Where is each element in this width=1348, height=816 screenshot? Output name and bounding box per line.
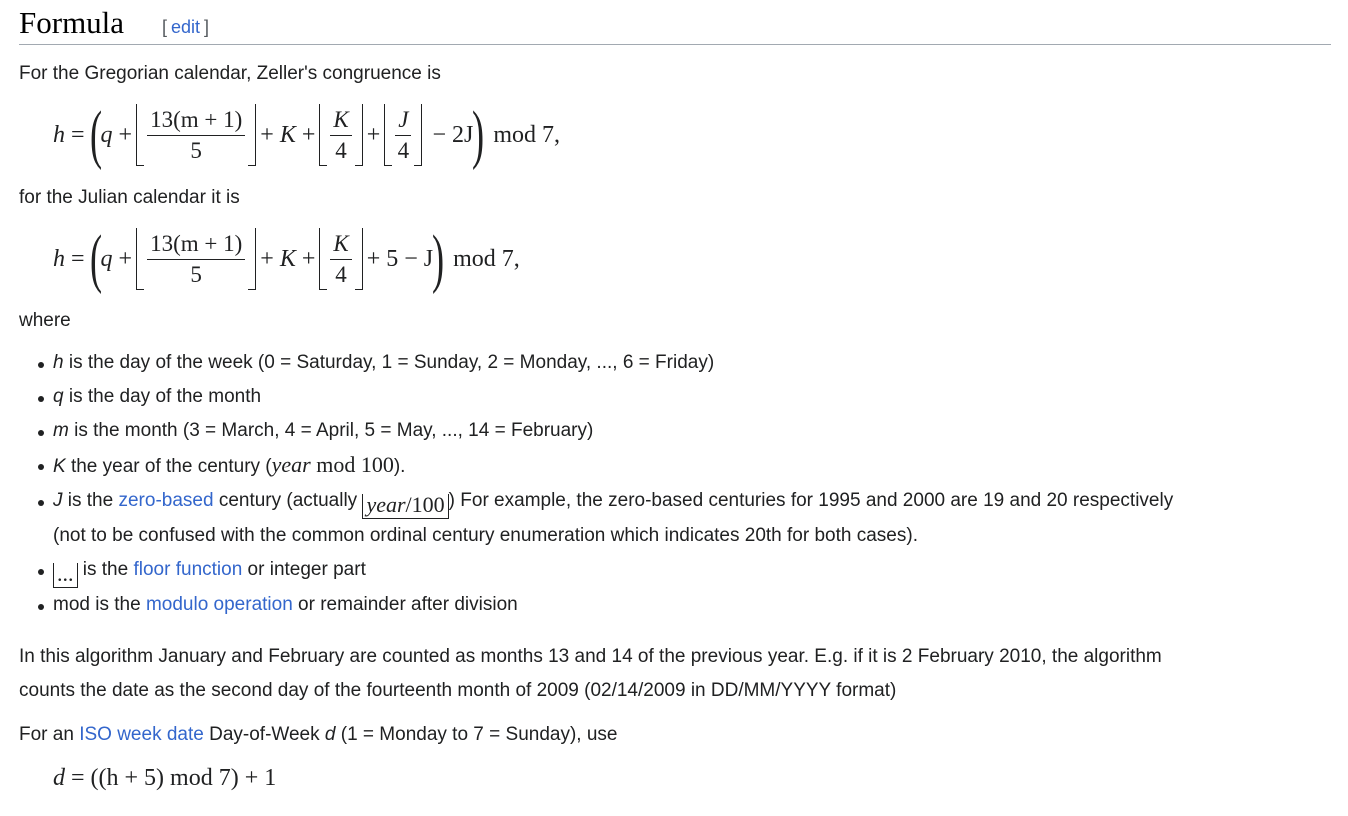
- list-item: m is the month (3 = March, 4 = April, 5 …: [38, 414, 1333, 448]
- julian-formula: h = ( q + 13(m + 1) 5 + K + K4 + 5 − J ) mod …: [53, 222, 520, 295]
- list-item: h is the day of the week (0 = Saturday, …: [38, 346, 1333, 380]
- list-item: ... is the floor function or integer par…: [38, 553, 1333, 588]
- list-item: q is the day of the month: [38, 380, 1333, 414]
- fraction-numerator: 13(m + 1): [147, 107, 246, 136]
- gregorian-formula: h = ( q + 13(m + 1) 5 + K + K4 + J4 − 2J ) mo…: [53, 98, 561, 171]
- floor-function-link[interactable]: floor function: [133, 559, 242, 580]
- list-item: K the year of the century (year mod 100)…: [38, 448, 1333, 484]
- variable-definitions: h is the day of the week (0 = Saturday, …: [38, 346, 1333, 622]
- section-heading: Formula [edit]: [19, 4, 1331, 45]
- intro-julian: for the Julian calendar it is: [19, 187, 240, 208]
- where-text: where: [19, 310, 71, 331]
- zero-based-link[interactable]: zero-based: [118, 490, 213, 511]
- intro-gregorian: For the Gregorian calendar, Zeller's con…: [19, 63, 441, 84]
- algorithm-paragraph-line2: counts the date as the second day of the…: [19, 680, 897, 701]
- algorithm-paragraph-line1: In this algorithm January and February a…: [19, 646, 1162, 667]
- list-item: J is the zero-based century (actually ye…: [38, 484, 1333, 553]
- section-title: Formula: [19, 5, 125, 40]
- edit-section: [edit]: [162, 17, 210, 37]
- edit-link[interactable]: edit: [171, 17, 200, 37]
- modulo-operation-link[interactable]: modulo operation: [146, 594, 293, 615]
- iso-formula: d = ((h + 5) mod 7) + 1: [53, 764, 277, 791]
- list-item: mod is the modulo operation or remainder…: [38, 588, 1333, 622]
